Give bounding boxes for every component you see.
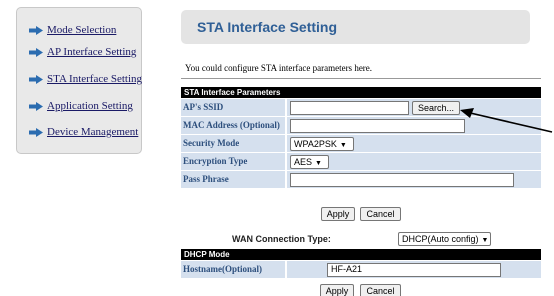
chevron-down-icon: ▼ [339,142,347,149]
security-mode-select[interactable]: WPA2PSK ▼ [290,137,354,151]
chevron-down-icon: ▼ [315,160,322,167]
sidebar-item-application-setting[interactable]: Application Setting [29,100,133,112]
right-arrow-icon [29,127,43,137]
encryption-row: Encryption Type AES ▼ [181,153,541,171]
callout-arrow-icon [460,108,553,133]
encryption-type-select[interactable]: AES ▼ [290,155,329,169]
hostname-value-cell: HF-A21 [287,261,541,278]
right-arrow-icon [29,25,43,35]
intro-text: You could configure STA interface parame… [185,63,373,73]
divider [181,78,541,79]
sidebar-item-sta-interface-setting[interactable]: STA Interface Setting [29,73,142,85]
right-arrow-icon [29,101,43,111]
sidebar-item-label: AP Interface Setting [47,46,137,58]
hostname-input[interactable]: HF-A21 [327,263,501,277]
encryption-value-cell: AES ▼ [287,153,541,170]
sidebar: Mode Selection AP Interface Setting STA … [16,7,142,154]
passphrase-row: Pass Phrase [181,171,541,189]
wan-connection-value: DHCP(Auto config) [402,234,479,244]
sidebar-item-label: STA Interface Setting [47,73,143,85]
security-label: Security Mode [181,135,285,152]
passphrase-value-cell [287,171,541,188]
sta-cancel-button[interactable]: Cancel [360,207,401,221]
mac-label: MAC Address (Optional) [181,117,285,134]
sidebar-item-label: Application Setting [47,100,133,112]
chevron-down-icon: ▼ [481,237,489,244]
ssid-input[interactable] [290,101,409,115]
page-title: STA Interface Setting [197,19,338,35]
right-arrow-icon [29,74,43,84]
dhcp-cancel-button[interactable]: Cancel [360,284,401,296]
sidebar-item-label: Mode Selection [47,24,117,36]
passphrase-input[interactable] [290,173,514,187]
wan-connection-select[interactable]: DHCP(Auto config) ▼ [398,232,491,246]
mac-input[interactable] [290,119,465,133]
search-button[interactable]: Search... [412,101,460,115]
hostname-label: Hostname(Optional) [181,261,285,278]
sidebar-item-mode-selection[interactable]: Mode Selection [29,24,116,36]
security-mode-value: WPA2PSK [294,139,337,149]
ssid-label: AP's SSID [181,99,285,116]
encryption-label: Encryption Type [181,153,285,170]
encryption-type-value: AES [294,157,313,167]
hostname-row: Hostname(Optional) HF-A21 [181,261,541,279]
sta-apply-button[interactable]: Apply [321,207,355,221]
wan-connection-label: WAN Connection Type: [232,234,331,244]
page-header: STA Interface Setting [181,10,530,44]
dhcp-section-header: DHCP Mode [181,249,541,260]
sta-section-header: STA Interface Parameters [181,87,541,98]
dhcp-apply-button[interactable]: Apply [320,284,354,296]
right-arrow-icon [29,47,43,57]
passphrase-label: Pass Phrase [181,171,285,188]
sidebar-item-label: Device Management [47,126,139,138]
sidebar-item-device-management[interactable]: Device Management [29,126,138,138]
sidebar-item-ap-interface-setting[interactable]: AP Interface Setting [29,46,136,58]
